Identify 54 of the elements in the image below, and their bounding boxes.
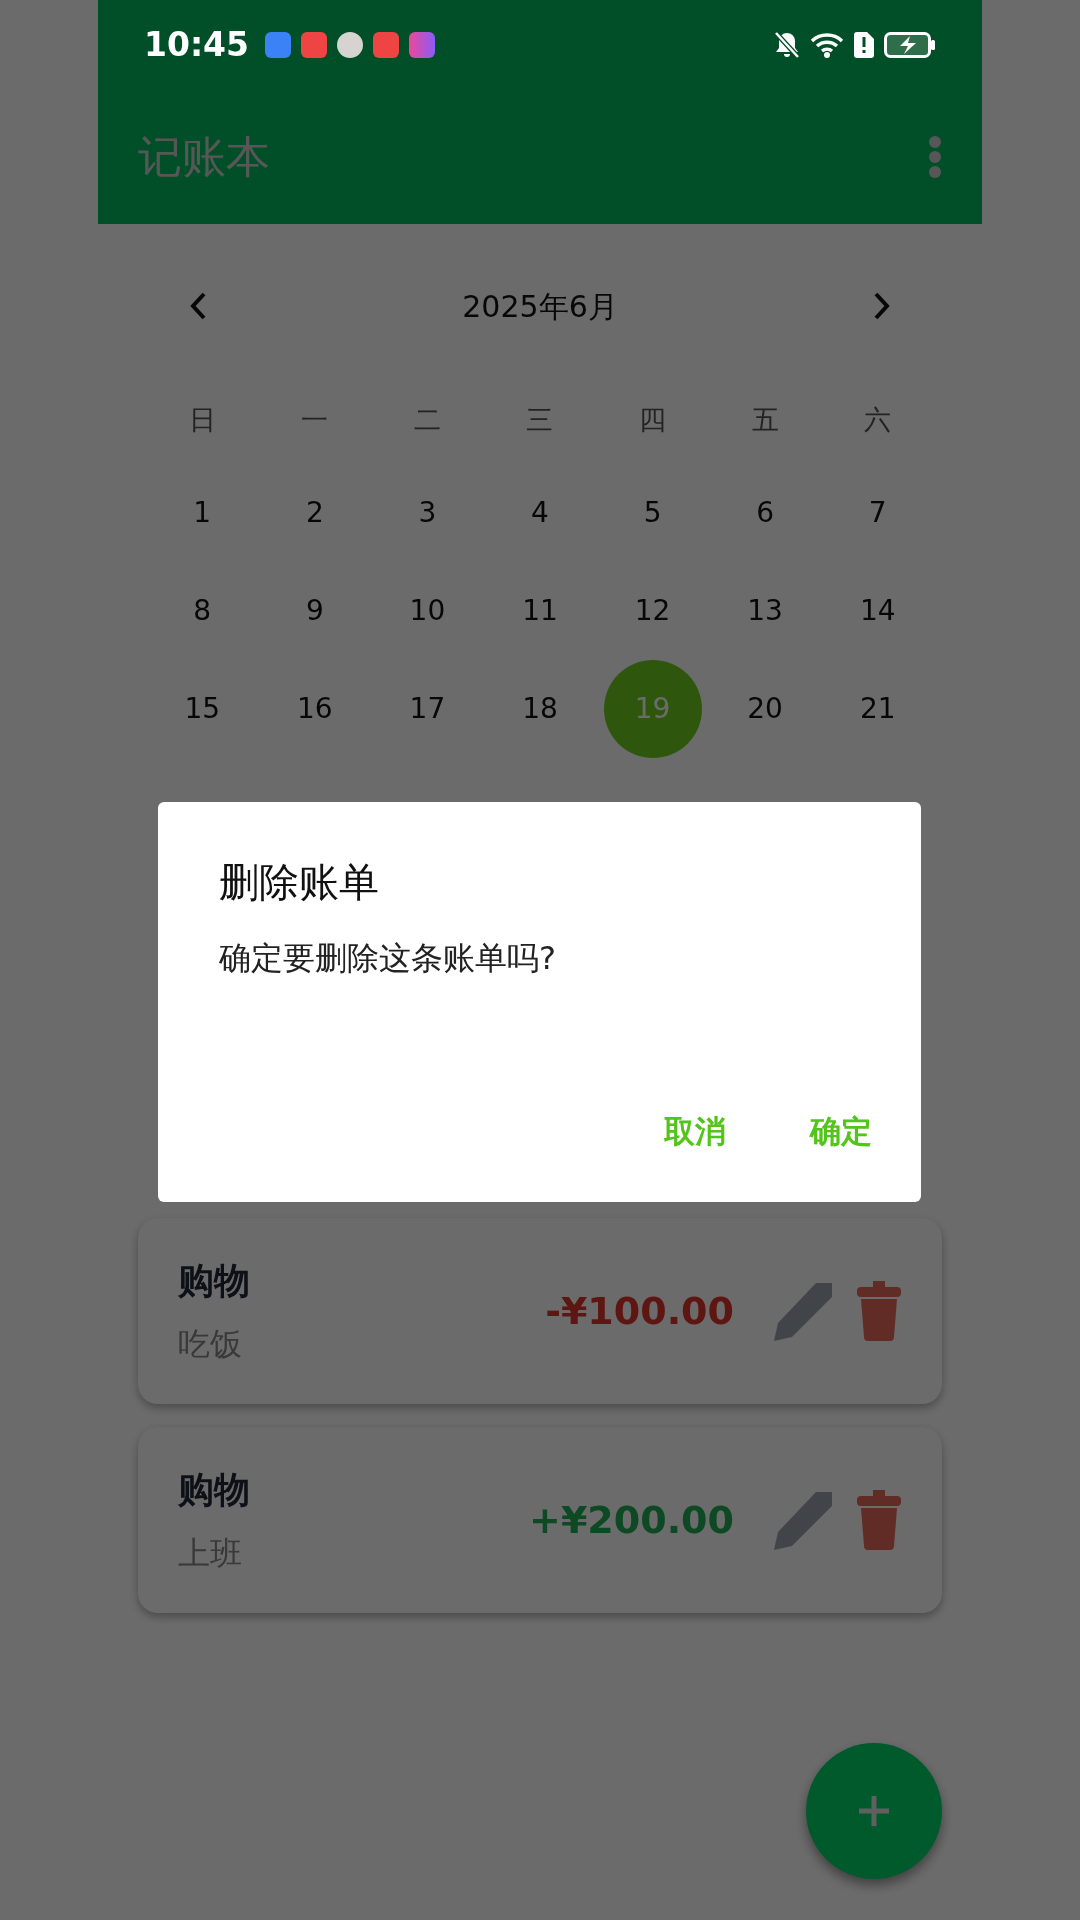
sim-alert-icon: [854, 32, 874, 58]
trash-icon[interactable]: [856, 1490, 902, 1550]
record-category: 购物: [178, 1468, 250, 1512]
pencil-icon[interactable]: [772, 1281, 832, 1341]
pencil-icon[interactable]: [772, 1490, 832, 1550]
calendar-day[interactable]: 9: [265, 562, 364, 660]
calendar-day[interactable]: 17: [378, 660, 477, 758]
calendar-day[interactable]: 16: [265, 660, 364, 758]
calendar-day[interactable]: 13: [716, 562, 815, 660]
app-notification-icon: [301, 32, 328, 58]
weekday-label: 日: [188, 402, 216, 437]
avatar-icon: [337, 32, 364, 58]
weekday-label: 二: [413, 402, 441, 437]
app-notification-icon: [409, 32, 436, 58]
weekday-label: 五: [751, 402, 779, 437]
app-notification-icon: [373, 32, 400, 58]
calendar-day[interactable]: 6: [716, 464, 815, 562]
more-menu-icon[interactable]: [928, 135, 942, 179]
calendar-day[interactable]: 10: [378, 562, 477, 660]
calendar-day[interactable]: 21: [828, 660, 927, 758]
dialog-button[interactable]: 确定: [798, 1099, 884, 1162]
month-label: 2025年6月: [462, 287, 618, 326]
record-category: 购物: [178, 1259, 250, 1303]
record-amount: -¥100.00: [545, 1287, 734, 1335]
dialog-message: 确定要删除这条账单吗?: [219, 938, 557, 979]
trash-icon[interactable]: [856, 1281, 902, 1341]
weekday-label: 三: [526, 402, 554, 437]
calendar-day[interactable]: 14: [828, 562, 927, 660]
dialog-button[interactable]: 取消: [652, 1099, 738, 1162]
calendar-day[interactable]: 20: [716, 660, 815, 758]
calendar-day[interactable]: 4: [491, 464, 589, 562]
calendar-day[interactable]: 18: [491, 660, 589, 758]
weekday-label: 四: [639, 402, 667, 437]
bell-off-icon: [774, 31, 800, 59]
calendar-day[interactable]: 3: [378, 464, 477, 562]
wifi-icon: [810, 32, 844, 58]
calendar-day[interactable]: 8: [153, 562, 252, 660]
weekday-label: 一: [301, 402, 329, 437]
calendar-day[interactable]: 12: [603, 562, 702, 660]
chevron-right-icon[interactable]: [872, 291, 892, 321]
calendar-day[interactable]: 5: [603, 464, 702, 562]
chevron-left-icon[interactable]: [188, 291, 208, 321]
calendar-day[interactable]: 1: [153, 464, 252, 562]
battery-charging-icon: [884, 32, 936, 58]
calendar-day[interactable]: 2: [265, 464, 364, 562]
weekday-label: 六: [864, 402, 892, 437]
calendar-day[interactable]: 7: [828, 464, 927, 562]
record-amount: +¥200.00: [529, 1496, 734, 1544]
status-time: 10:45: [144, 24, 250, 67]
dialog-title: 删除账单: [219, 858, 380, 907]
plus-icon: [857, 1794, 891, 1828]
app-title: 记账本: [138, 130, 270, 184]
calendar-day[interactable]: 15: [153, 660, 252, 758]
calendar-day[interactable]: 11: [491, 562, 589, 660]
